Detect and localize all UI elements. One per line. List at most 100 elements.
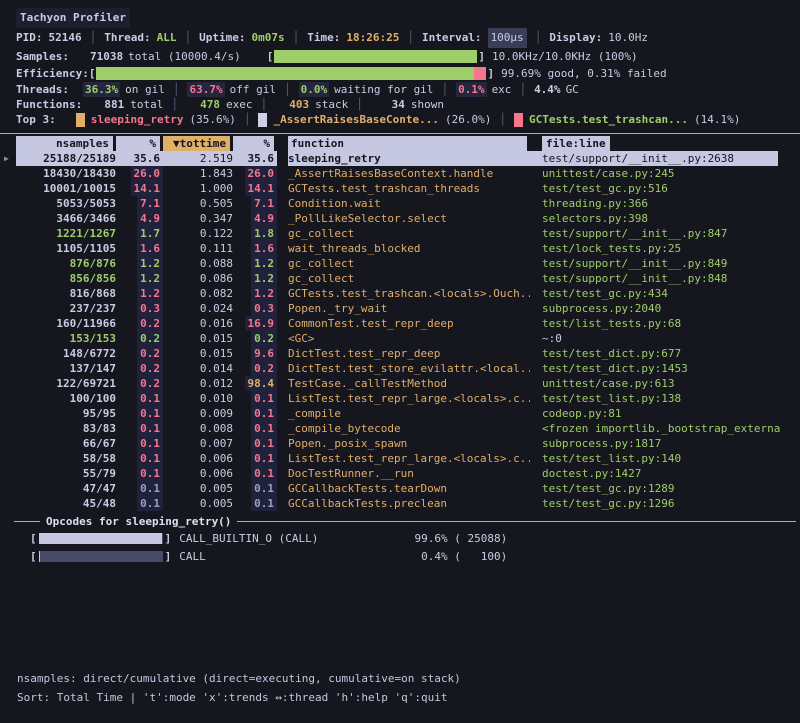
direct-pct-cell: 1.2 xyxy=(116,271,163,286)
column-header-tottime[interactable]: ▼tottime xyxy=(163,136,233,151)
efficiency-bar xyxy=(96,67,486,80)
cumulative-pct-value: 98.4 xyxy=(245,376,278,391)
file-line-cell: test/test_gc.py:516 xyxy=(530,181,800,196)
file-line-cell: test/list_tests.py:68 xyxy=(530,316,800,331)
column-header-file[interactable]: file:line xyxy=(530,136,800,151)
footer-keybindings-line: Sort: Total Time | 't':mode 'x':trends ↔… xyxy=(17,688,800,707)
table-row[interactable]: 83/83 0.1 0.008 0.1 _compile_bytecode <f… xyxy=(0,421,800,436)
direct-pct-value: 26.0 xyxy=(131,166,164,181)
opcode-stats: 99.6% ( 25088) xyxy=(407,532,507,545)
time-value: 18:26:25 xyxy=(346,28,399,48)
nsamples-cell: 1105/1105 xyxy=(16,241,116,256)
nsamples-cell: 856/856 xyxy=(16,271,116,286)
samples-label: Samples: xyxy=(16,50,69,63)
column-header-nsamples[interactable]: nsamples xyxy=(16,136,116,151)
table-row[interactable]: 816/868 1.2 0.082 1.2 GCTests.test_trash… xyxy=(0,286,800,301)
table-row[interactable]: 122/69721 0.2 0.012 98.4 TestCase._callT… xyxy=(0,376,800,391)
table-row[interactable]: 237/237 0.3 0.024 0.3 Popen._try_wait su… xyxy=(0,301,800,316)
functions-stack: 403 xyxy=(275,97,309,112)
table-row[interactable]: 5053/5053 7.1 0.505 7.1 Condition.wait t… xyxy=(0,196,800,211)
functions-label: Functions: xyxy=(16,97,82,112)
file-line-cell: test/support/__init__.py:849 xyxy=(530,256,800,271)
bar-close-bracket: ] xyxy=(165,550,172,563)
opcode-name: CALL xyxy=(179,550,407,563)
opcode-row: [ ] CALL 0.4% ( 100) xyxy=(0,547,800,565)
cumulative-pct-value: 0.2 xyxy=(251,331,277,346)
cumulative-pct-value: 1.2 xyxy=(251,256,277,271)
table-row[interactable]: 55/79 0.1 0.006 0.1 DocTestRunner.__run … xyxy=(0,466,800,481)
table-row[interactable]: 3466/3466 4.9 0.347 4.9 _PollLikeSelecto… xyxy=(0,211,800,226)
off-gil-pct: 63.7% xyxy=(187,82,224,97)
table-row[interactable]: 45/48 0.1 0.005 0.1 GCCallbackTests.prec… xyxy=(0,496,800,511)
table-row[interactable]: 1105/1105 1.6 0.111 1.6 wait_threads_blo… xyxy=(0,241,800,256)
table-row[interactable]: 856/856 1.2 0.086 1.2 gc_collect test/su… xyxy=(0,271,800,286)
direct-pct-cell: 0.2 xyxy=(116,331,163,346)
direct-pct-value: 7.1 xyxy=(137,196,163,211)
functions-total: 881 xyxy=(90,97,124,112)
thread-value[interactable]: ALL xyxy=(157,28,177,48)
bar-close-bracket: ] xyxy=(165,532,172,545)
table-row[interactable]: 137/147 0.2 0.014 0.2 DictTest.test_stor… xyxy=(0,361,800,376)
cumulative-pct-cell: 0.1 xyxy=(233,406,277,421)
direct-pct-value: 14.1 xyxy=(131,181,164,196)
nsamples-cell: 95/95 xyxy=(16,406,116,421)
cumulative-pct-value: 0.1 xyxy=(251,466,277,481)
function-name-cell: gc_collect xyxy=(288,256,530,271)
tottime-cell: 0.347 xyxy=(163,211,233,226)
separator: │ xyxy=(90,28,97,48)
cumulative-pct-value: 7.1 xyxy=(251,196,277,211)
function-name-cell: <GC> xyxy=(288,331,530,346)
table-row[interactable]: 18430/18430 26.0 1.843 26.0 _AssertRaise… xyxy=(0,166,800,181)
file-line-cell: test/support/__init__.py:848 xyxy=(530,271,800,286)
column-header-cumulative-pct[interactable]: % xyxy=(233,136,277,151)
status-bar: PID:52146 │ Thread:ALL │ Uptime:0m07s │ … xyxy=(16,28,800,48)
waiting-gil-pct: 0.0% xyxy=(299,82,330,97)
table-row[interactable]: ▶ 25188/25189 35.6 2.519 35.6 sleeping_r… xyxy=(0,151,778,166)
cumulative-pct-cell: 0.3 xyxy=(233,301,277,316)
cumulative-pct-cell: 1.2 xyxy=(233,286,277,301)
function-name-cell: Popen._posix_spawn xyxy=(288,436,530,451)
file-line-cell: test/support/__init__.py:2638 xyxy=(530,151,778,166)
separator: │ xyxy=(356,97,363,112)
table-row[interactable]: 58/58 0.1 0.006 0.1 ListTest.test_repr_l… xyxy=(0,451,800,466)
table-row[interactable]: 95/95 0.1 0.009 0.1 _compile codeop.py:8… xyxy=(0,406,800,421)
cumulative-pct-cell: 4.9 xyxy=(233,211,277,226)
table-row[interactable]: 160/11966 0.2 0.016 16.9 CommonTest.test… xyxy=(0,316,800,331)
cumulative-pct-cell: 0.1 xyxy=(233,436,277,451)
direct-pct-cell: 1.7 xyxy=(116,226,163,241)
file-line-cell: test/test_dict.py:677 xyxy=(530,346,800,361)
cumulative-pct-cell: 1.6 xyxy=(233,241,277,256)
table-row[interactable]: 66/67 0.1 0.007 0.1 Popen._posix_spawn s… xyxy=(0,436,800,451)
column-header-function[interactable]: function xyxy=(288,136,530,151)
table-row[interactable]: 100/100 0.1 0.010 0.1 ListTest.test_repr… xyxy=(0,391,800,406)
on-gil-pct: 36.3% xyxy=(83,82,120,97)
cumulative-pct-cell: 98.4 xyxy=(233,376,277,391)
table-row[interactable]: 876/876 1.2 0.088 1.2 gc_collect test/su… xyxy=(0,256,800,271)
column-header-direct-pct[interactable]: % xyxy=(116,136,163,151)
function-name-cell: Condition.wait xyxy=(288,196,530,211)
direct-pct-cell: 0.2 xyxy=(116,316,163,331)
pid-value: 52146 xyxy=(49,28,82,48)
direct-pct-cell: 1.6 xyxy=(116,241,163,256)
on-gil-text: on gil xyxy=(125,82,165,97)
table-row[interactable]: 1221/1267 1.7 0.122 1.8 gc_collect test/… xyxy=(0,226,800,241)
table-row[interactable]: 148/6772 0.2 0.015 9.6 DictTest.test_rep… xyxy=(0,346,800,361)
file-line-cell: test/test_gc.py:1289 xyxy=(530,481,800,496)
nsamples-cell: 10001/10015 xyxy=(16,181,116,196)
cumulative-pct-value: 1.8 xyxy=(251,226,277,241)
table-row[interactable]: 47/47 0.1 0.005 0.1 GCCallbackTests.tear… xyxy=(0,481,800,496)
table-row[interactable]: 153/153 0.2 0.015 0.2 <GC> ~:0 xyxy=(0,331,800,346)
cumulative-pct-value: 16.9 xyxy=(245,316,278,331)
separator: │ xyxy=(260,97,267,112)
file-line-cell: doctest.py:1427 xyxy=(530,466,800,481)
tottime-header-label: ▼tottime xyxy=(163,136,230,151)
bar-open-bracket: [ xyxy=(267,49,274,65)
tottime-cell: 0.005 xyxy=(163,496,233,511)
direct-pct-header-label: % xyxy=(116,136,160,151)
cumulative-pct-cell: 7.1 xyxy=(233,196,277,211)
function-table-rows: ▶ 25188/25189 35.6 2.519 35.6 sleeping_r… xyxy=(0,151,800,511)
table-row[interactable]: 10001/10015 14.1 1.000 14.1 GCTests.test… xyxy=(0,181,800,196)
cumulative-pct-cell: 0.1 xyxy=(233,451,277,466)
direct-pct-cell: 0.2 xyxy=(116,346,163,361)
file-line-cell: codeop.py:81 xyxy=(530,406,800,421)
